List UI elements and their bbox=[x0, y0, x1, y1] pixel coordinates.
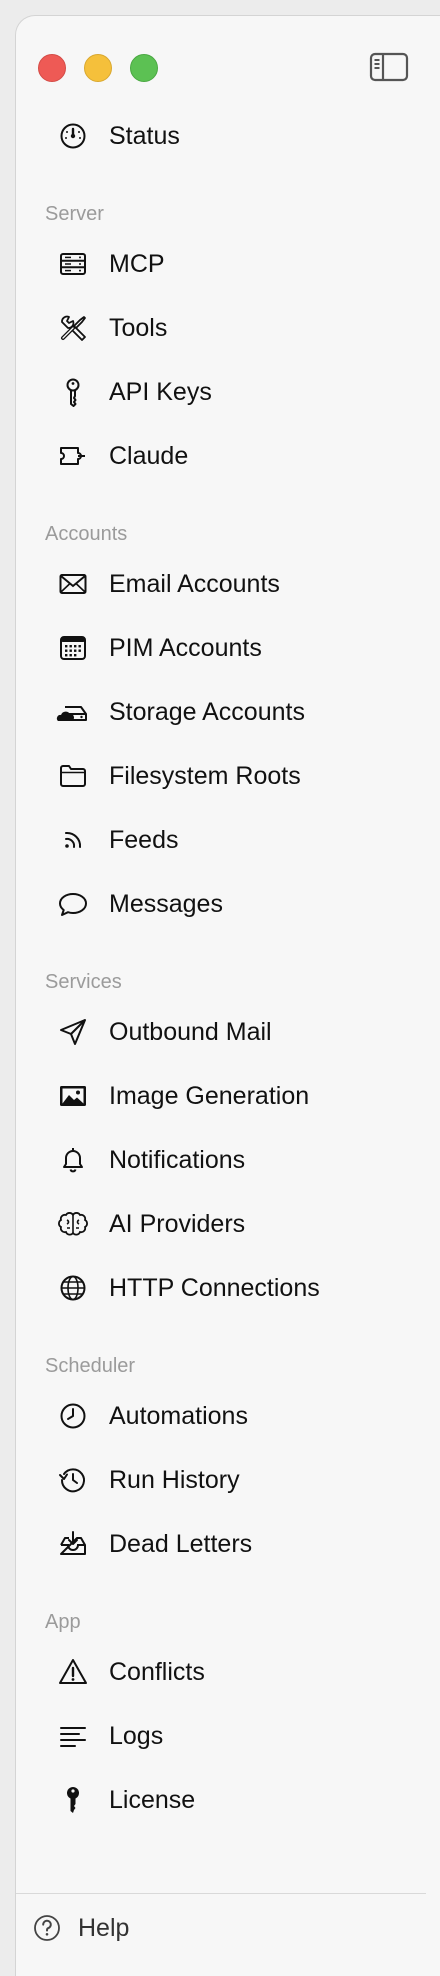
section-header-accounts: Accounts bbox=[45, 523, 128, 545]
brain-icon bbox=[58, 1209, 88, 1239]
sidebar: Status Server MCP Tools API Keys Claude … bbox=[15, 15, 440, 1976]
nav-item-logs[interactable]: Logs bbox=[16, 1711, 416, 1761]
cloud-drive-icon bbox=[56, 697, 88, 727]
folder-icon bbox=[58, 761, 88, 791]
nav-item-label: Logs bbox=[109, 1722, 164, 1750]
nav-item-label: AI Providers bbox=[109, 1210, 246, 1238]
nav-item-status[interactable]: Status bbox=[16, 111, 416, 161]
nav-item-label: License bbox=[109, 1786, 196, 1814]
nav-item-filesystem-roots[interactable]: Filesystem Roots bbox=[16, 751, 416, 801]
nav-item-image-generation[interactable]: Image Generation bbox=[16, 1071, 416, 1121]
nav-item-tools[interactable]: Tools bbox=[16, 303, 416, 353]
history-icon bbox=[58, 1465, 88, 1495]
section-header-scheduler: Scheduler bbox=[45, 1355, 136, 1377]
nav-item-label: Outbound Mail bbox=[109, 1018, 272, 1046]
nav-item-label: Filesystem Roots bbox=[109, 762, 301, 790]
nav-item-label: Notifications bbox=[109, 1146, 246, 1174]
help-button[interactable]: Help bbox=[16, 1903, 416, 1953]
nav-item-label: Storage Accounts bbox=[109, 698, 305, 726]
sidebar-toggle-button[interactable] bbox=[369, 52, 409, 82]
nav-item-license[interactable]: License bbox=[16, 1775, 416, 1825]
nav-item-label: Messages bbox=[109, 890, 223, 918]
bell-icon bbox=[58, 1145, 88, 1175]
nav-item-messages[interactable]: Messages bbox=[16, 879, 416, 929]
minimize-window-button[interactable] bbox=[84, 54, 112, 82]
nav-item-notifications[interactable]: Notifications bbox=[16, 1135, 416, 1185]
gauge-icon bbox=[58, 121, 88, 151]
nav-item-label: Feeds bbox=[109, 826, 179, 854]
nav-item-feeds[interactable]: Feeds bbox=[16, 815, 416, 865]
photo-icon bbox=[58, 1081, 88, 1111]
nav-item-label: PIM Accounts bbox=[109, 634, 262, 662]
nav-item-claude[interactable]: Claude bbox=[16, 431, 416, 481]
section-header-server: Server bbox=[45, 203, 104, 225]
tools-icon bbox=[58, 313, 88, 343]
nav-item-label: Claude bbox=[109, 442, 189, 470]
nav-item-label: Automations bbox=[109, 1402, 248, 1430]
clock-icon bbox=[58, 1401, 88, 1431]
nav-item-label: Dead Letters bbox=[109, 1530, 253, 1558]
nav-item-ai-providers[interactable]: AI Providers bbox=[16, 1199, 416, 1249]
nav-item-outbound-mail[interactable]: Outbound Mail bbox=[16, 1007, 416, 1057]
key-icon bbox=[58, 377, 88, 407]
server-icon bbox=[58, 249, 88, 279]
nav-item-conflicts[interactable]: Conflicts bbox=[16, 1647, 416, 1697]
speech-bubble-icon bbox=[58, 889, 88, 919]
calendar-icon bbox=[58, 633, 88, 663]
rss-icon bbox=[58, 825, 88, 855]
nav-item-http-connections[interactable]: HTTP Connections bbox=[16, 1263, 416, 1313]
help-label: Help bbox=[78, 1914, 130, 1942]
nav-item-label: Tools bbox=[109, 314, 168, 342]
nav-item-label: Run History bbox=[109, 1466, 240, 1494]
puzzle-icon bbox=[58, 441, 88, 471]
key-fill-icon bbox=[58, 1785, 88, 1815]
section-header-app: App bbox=[45, 1611, 81, 1633]
nav-item-label: Image Generation bbox=[109, 1082, 310, 1110]
text-lines-icon bbox=[58, 1721, 88, 1751]
nav-item-label: Email Accounts bbox=[109, 570, 280, 598]
nav-item-pim-accounts[interactable]: PIM Accounts bbox=[16, 623, 416, 673]
nav-item-dead-letters[interactable]: Dead Letters bbox=[16, 1519, 416, 1569]
title-bar bbox=[16, 16, 440, 86]
question-circle-icon bbox=[32, 1913, 62, 1943]
nav-item-label: HTTP Connections bbox=[109, 1274, 320, 1302]
inbox-download-icon bbox=[58, 1529, 88, 1559]
warning-icon bbox=[58, 1657, 88, 1687]
sidebar-toggle-icon bbox=[369, 52, 409, 82]
nav-item-mcp[interactable]: MCP bbox=[16, 239, 416, 289]
nav-item-label: Status bbox=[109, 122, 180, 150]
nav-item-api-keys[interactable]: API Keys bbox=[16, 367, 416, 417]
envelope-icon bbox=[58, 569, 88, 599]
nav-item-label: API Keys bbox=[109, 378, 212, 406]
section-header-services: Services bbox=[45, 971, 122, 993]
close-window-button[interactable] bbox=[38, 54, 66, 82]
nav-item-storage-accounts[interactable]: Storage Accounts bbox=[16, 687, 416, 737]
nav-item-run-history[interactable]: Run History bbox=[16, 1455, 416, 1505]
footer-divider bbox=[16, 1893, 426, 1894]
nav-item-label: MCP bbox=[109, 250, 165, 278]
zoom-window-button[interactable] bbox=[130, 54, 158, 82]
paper-plane-icon bbox=[58, 1017, 88, 1047]
globe-icon bbox=[58, 1273, 88, 1303]
nav-item-automations[interactable]: Automations bbox=[16, 1391, 416, 1441]
nav-item-label: Conflicts bbox=[109, 1658, 205, 1686]
nav-item-email-accounts[interactable]: Email Accounts bbox=[16, 559, 416, 609]
